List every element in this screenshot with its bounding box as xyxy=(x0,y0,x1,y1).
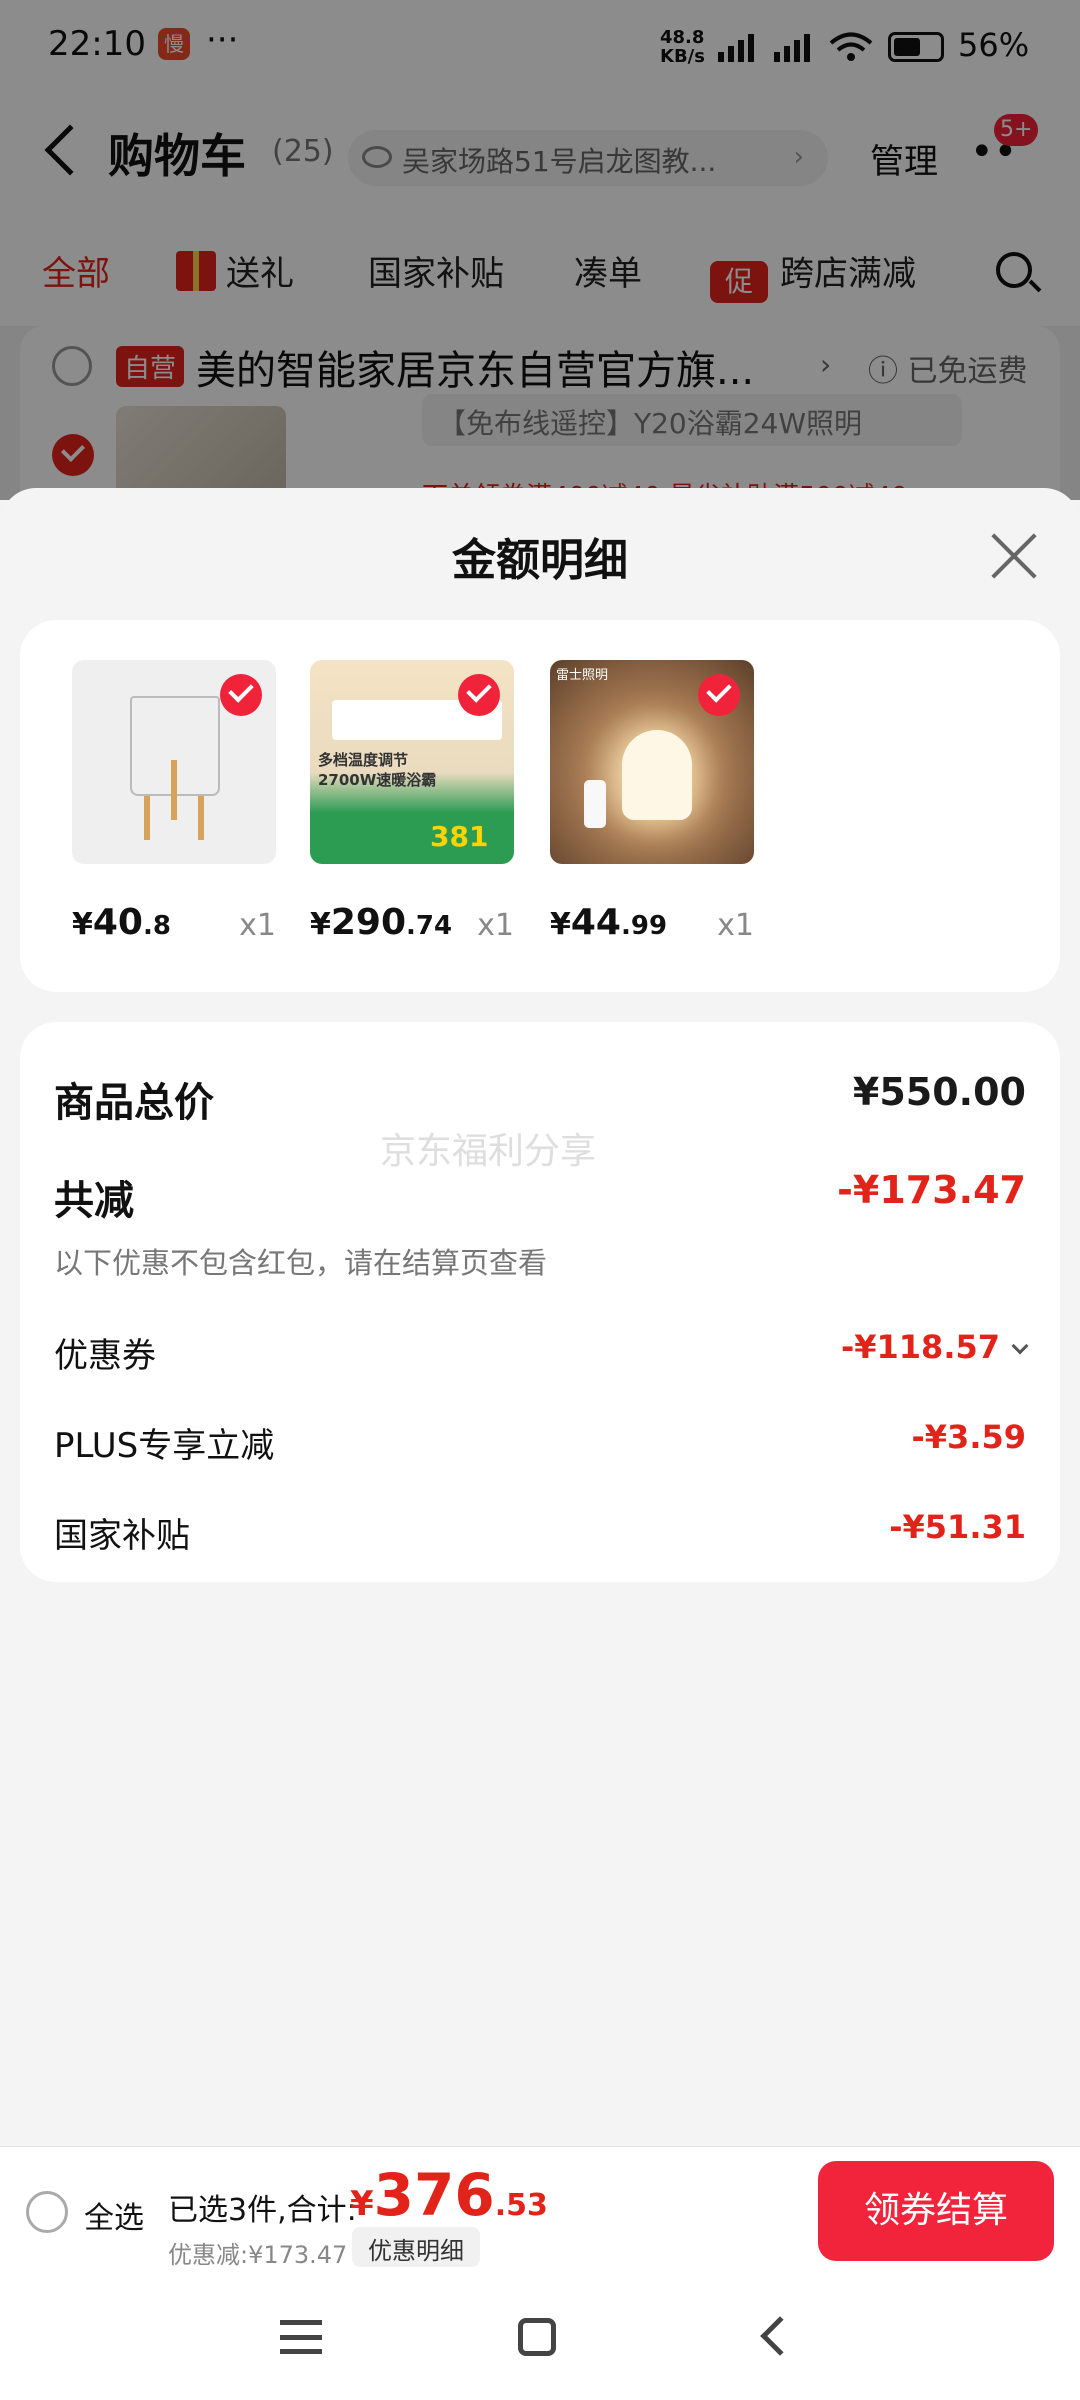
overlay-dim[interactable] xyxy=(0,0,1080,500)
product-image: 雷士照明 xyxy=(550,660,754,864)
checkout-bar: 全选 已选3件,合计: ¥376.53 优惠减:¥173.47 优惠明细 领券结… xyxy=(0,2146,1080,2276)
system-nav-bar xyxy=(0,2276,1080,2400)
discount-detail-button[interactable]: 优惠明细 xyxy=(352,2227,480,2267)
product-image xyxy=(72,660,276,864)
chevron-down-icon[interactable] xyxy=(1011,1337,1029,1355)
close-icon[interactable] xyxy=(990,532,1038,580)
product-brand: 雷士照明 xyxy=(556,668,609,683)
home-icon[interactable] xyxy=(518,2318,556,2356)
discount-label: 共减 xyxy=(54,1178,134,1224)
coupon-label: 优惠券 xyxy=(54,1336,156,1376)
subsidy-value: -¥51.31 xyxy=(889,1508,1026,1546)
plus-discount-row: PLUS专享立减 -¥3.59 xyxy=(54,1418,1026,1478)
discount-row: 共减 -¥173.47 xyxy=(54,1168,1026,1228)
discount-summary: 优惠减:¥173.47 xyxy=(168,2241,348,2269)
product-image: 多档温度调节 2700W速暖浴霸 381 xyxy=(310,660,514,864)
selected-items-card: ¥40.8 x1 多档温度调节 2700W速暖浴霸 381 ¥290.74 x1… xyxy=(20,620,1060,992)
plus-discount-value: -¥3.59 xyxy=(911,1418,1027,1456)
price-summary-card: 京东福利分享 商品总价 ¥550.00 共减 -¥173.47 以下优惠不包含红… xyxy=(20,1022,1060,1582)
item-price: ¥40.8 xyxy=(72,902,171,943)
checkout-button[interactable]: 领券结算 xyxy=(818,2161,1054,2261)
product-image-text: 多档温度调节 2700W速暖浴霸 xyxy=(318,751,437,789)
amount-detail-sheet: 金额明细 ¥40.8 x1 多档温度调节 2700W速暖浴霸 381 ¥290.… xyxy=(0,488,1080,2400)
item-price: ¥290.74 xyxy=(310,902,453,943)
total-amount: ¥376.53 xyxy=(350,2161,548,2229)
check-icon[interactable] xyxy=(698,674,740,716)
selected-item[interactable]: 雷士照明 ¥44.99 x1 xyxy=(550,660,754,943)
back-icon[interactable] xyxy=(760,2316,800,2356)
discount-note: 以下优惠不包含红包，请在结算页查看 xyxy=(54,1246,548,1280)
item-price: ¥44.99 xyxy=(550,902,668,943)
plus-discount-label: PLUS专享立减 xyxy=(54,1426,275,1466)
coupon-value: -¥118.57 xyxy=(841,1328,1029,1366)
item-quantity: x1 xyxy=(717,908,754,943)
coupon-row[interactable]: 优惠券 -¥118.57 xyxy=(54,1328,1029,1388)
selected-item[interactable]: ¥40.8 x1 xyxy=(72,660,276,943)
selected-item[interactable]: 多档温度调节 2700W速暖浴霸 381 ¥290.74 x1 xyxy=(310,660,514,943)
select-all-radio[interactable] xyxy=(26,2191,68,2233)
total-price-label: 商品总价 xyxy=(54,1080,214,1126)
total-price-value: ¥550.00 xyxy=(852,1070,1026,1114)
product-image-sale: 381 xyxy=(430,820,489,853)
select-all-label[interactable]: 全选 xyxy=(84,2193,144,2237)
check-icon[interactable] xyxy=(458,674,500,716)
subsidy-row: 国家补贴 -¥51.31 xyxy=(54,1508,1026,1568)
check-icon[interactable] xyxy=(220,674,262,716)
subsidy-label: 国家补贴 xyxy=(54,1516,190,1556)
item-quantity: x1 xyxy=(239,908,276,943)
item-quantity: x1 xyxy=(477,908,514,943)
menu-icon[interactable] xyxy=(280,2320,322,2354)
discount-value: -¥173.47 xyxy=(837,1168,1026,1212)
selected-summary: 已选3件,合计: xyxy=(168,2193,357,2228)
sheet-title: 金额明细 xyxy=(452,535,628,586)
total-price-row: 商品总价 ¥550.00 xyxy=(54,1070,1026,1130)
